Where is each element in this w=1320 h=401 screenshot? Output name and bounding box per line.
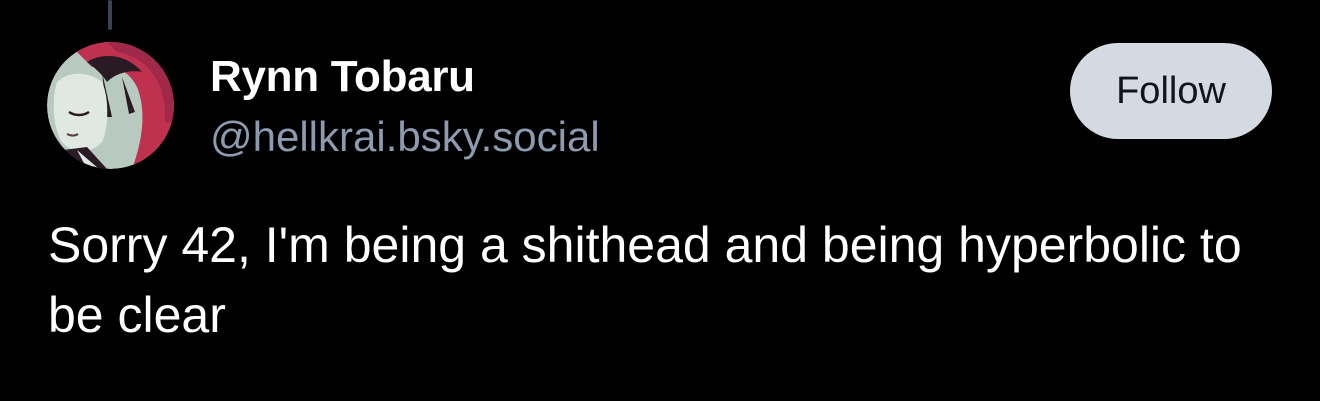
author-display-name[interactable]: Rynn Tobaru — [210, 52, 475, 102]
avatar[interactable] — [47, 42, 174, 169]
avatar-image — [47, 42, 174, 169]
author-handle[interactable]: @hellkrai.bsky.social — [210, 113, 600, 161]
thread-connector-line — [108, 0, 112, 30]
follow-button[interactable]: Follow — [1070, 43, 1272, 139]
post-text: Sorry 42, I'm being a shithead and being… — [48, 217, 1242, 343]
